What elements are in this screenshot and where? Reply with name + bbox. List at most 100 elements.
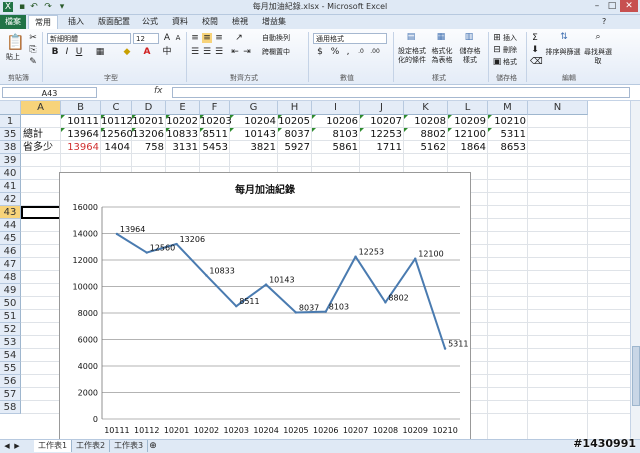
cell-g35[interactable]: 10143 — [230, 128, 278, 141]
tab-page-layout[interactable]: 版面配置 — [92, 15, 136, 29]
fill-color-icon[interactable]: ◆ — [122, 47, 132, 57]
column-header-l[interactable]: L — [448, 101, 488, 115]
insert-function-icon[interactable]: fx — [154, 86, 163, 96]
underline-icon[interactable]: U — [74, 47, 84, 57]
column-header-k[interactable]: K — [404, 101, 448, 115]
cell-g38[interactable]: 3821 — [230, 141, 278, 154]
insert-sheet-icon[interactable]: ⊕ — [148, 441, 158, 451]
cell-styles-icon[interactable]: ▥ — [462, 32, 476, 45]
currency-icon[interactable]: $ — [315, 47, 325, 57]
row-header-49[interactable]: 49 — [0, 284, 21, 297]
cell-j38[interactable]: 1711 — [360, 141, 404, 154]
cell-c1[interactable]: 10112 — [101, 115, 133, 128]
cell-l38[interactable]: 1864 — [448, 141, 488, 154]
sheet-tab-1[interactable]: 工作表1 — [34, 440, 73, 452]
cell-b1[interactable]: 10111 — [61, 115, 101, 128]
cell-k35[interactable]: 8802 — [404, 128, 448, 141]
autosum-icon[interactable]: Σ — [530, 33, 540, 43]
row-header-54[interactable]: 54 — [0, 349, 21, 362]
column-header-b[interactable]: B — [61, 101, 101, 115]
column-header-h[interactable]: H — [278, 101, 312, 115]
number-format-select[interactable]: 通用格式 — [313, 33, 387, 44]
cell-j1[interactable]: 10207 — [360, 115, 404, 128]
column-header-n[interactable]: N — [528, 101, 588, 115]
row-header-56[interactable]: 56 — [0, 375, 21, 388]
column-header-g[interactable]: G — [230, 101, 278, 115]
delete-cells-button[interactable]: 刪除 — [503, 46, 517, 55]
cell-i1[interactable]: 10206 — [312, 115, 360, 128]
delete-cells-icon[interactable]: ⊟ — [492, 45, 502, 55]
cell-m1[interactable]: 10210 — [488, 115, 528, 128]
cell-h35[interactable]: 8037 — [278, 128, 312, 141]
cell-f35[interactable]: 8511 — [200, 128, 230, 141]
minimize-button[interactable]: – — [590, 0, 604, 12]
row-header-42[interactable]: 42 — [0, 193, 21, 206]
decrease-decimal-icon[interactable]: .00 — [370, 47, 380, 57]
cell-k38[interactable]: 5162 — [404, 141, 448, 154]
row-header-52[interactable]: 52 — [0, 323, 21, 336]
bold-icon[interactable]: B — [50, 47, 60, 57]
cell-l1[interactable]: 10209 — [448, 115, 488, 128]
help-icon[interactable]: ? — [596, 15, 612, 29]
sort-filter-icon[interactable]: ⇅ — [557, 32, 571, 46]
last-sheet-icon[interactable]: ▶ — [12, 441, 22, 451]
increase-decimal-icon[interactable]: .0 — [356, 47, 366, 57]
copy-icon[interactable]: ⎘ — [28, 45, 38, 55]
tab-insert[interactable]: 插入 — [62, 15, 90, 29]
find-select-button[interactable]: 尋找與選取 — [584, 48, 612, 66]
cell-g1[interactable]: 10204 — [230, 115, 278, 128]
cell-b35[interactable]: 13964 — [61, 128, 101, 141]
chart-area[interactable]: 每月加油紀錄 0 2000 4000 6000 8000 10000 12000 14000 1… — [59, 172, 471, 442]
comma-icon[interactable]: , — [343, 47, 353, 57]
select-all-corner[interactable] — [0, 101, 21, 115]
row-header-51[interactable]: 51 — [0, 310, 21, 323]
row-header-1[interactable]: 1 — [0, 115, 21, 128]
column-header-i[interactable]: I — [312, 101, 360, 115]
cut-icon[interactable]: ✂ — [28, 33, 38, 43]
column-header-c[interactable]: C — [101, 101, 132, 115]
row-header-48[interactable]: 48 — [0, 271, 21, 284]
cell-l35[interactable]: 12100 — [448, 128, 488, 141]
cell-e35[interactable]: 10833 — [166, 128, 200, 141]
cell-i35[interactable]: 8103 — [312, 128, 360, 141]
font-name-select[interactable]: 新細明體 — [47, 33, 131, 44]
row-header-41[interactable]: 41 — [0, 180, 21, 193]
format-cells-icon[interactable]: ▣ — [492, 57, 502, 67]
cell-e1[interactable]: 10202 — [166, 115, 200, 128]
font-size-select[interactable]: 12 — [133, 33, 159, 44]
row-header-43[interactable]: 43 — [0, 206, 21, 219]
column-header-e[interactable]: E — [166, 101, 200, 115]
cell-f1[interactable]: 10203 — [200, 115, 232, 128]
tab-home[interactable]: 常用 — [28, 15, 58, 30]
cell-c35[interactable]: 12560 — [101, 128, 133, 141]
cell-h1[interactable]: 10205 — [278, 115, 312, 128]
cell-k1[interactable]: 10208 — [404, 115, 448, 128]
align-right-icon[interactable]: ☰ — [214, 47, 224, 57]
active-cell-cursor[interactable] — [21, 206, 61, 219]
cell-b38[interactable]: 13964 — [61, 141, 101, 154]
row-header-45[interactable]: 45 — [0, 232, 21, 245]
cell-d38[interactable]: 758 — [132, 141, 166, 154]
cell-a35[interactable]: 總計 — [21, 128, 61, 141]
name-box[interactable]: A43 — [2, 87, 97, 98]
align-middle-icon[interactable]: ≡ — [202, 33, 212, 43]
row-header-50[interactable]: 50 — [0, 297, 21, 310]
column-header-j[interactable]: J — [360, 101, 404, 115]
row-header-47[interactable]: 47 — [0, 258, 21, 271]
row-header-55[interactable]: 55 — [0, 362, 21, 375]
paste-icon[interactable]: 📋 — [6, 33, 25, 51]
format-cells-button[interactable]: 格式 — [503, 58, 517, 67]
sheet-tab-3[interactable]: 工作表3 — [110, 440, 149, 452]
row-header-38[interactable]: 38 — [0, 141, 21, 154]
close-button[interactable]: ✕ — [620, 0, 638, 12]
row-header-44[interactable]: 44 — [0, 219, 21, 232]
format-as-table-button[interactable]: 格式化為表格 — [429, 47, 455, 65]
sort-filter-button[interactable]: 排序與篩選 — [545, 48, 581, 57]
cell-j35[interactable]: 12253 — [360, 128, 404, 141]
fill-icon[interactable]: ⬇ — [530, 45, 540, 55]
align-center-icon[interactable]: ☰ — [202, 47, 212, 57]
column-header-a[interactable]: A — [21, 101, 61, 115]
cell-m35[interactable]: 5311 — [488, 128, 528, 141]
tab-review[interactable]: 校閱 — [196, 15, 224, 29]
conditional-formatting-icon[interactable]: ▤ — [404, 32, 418, 45]
